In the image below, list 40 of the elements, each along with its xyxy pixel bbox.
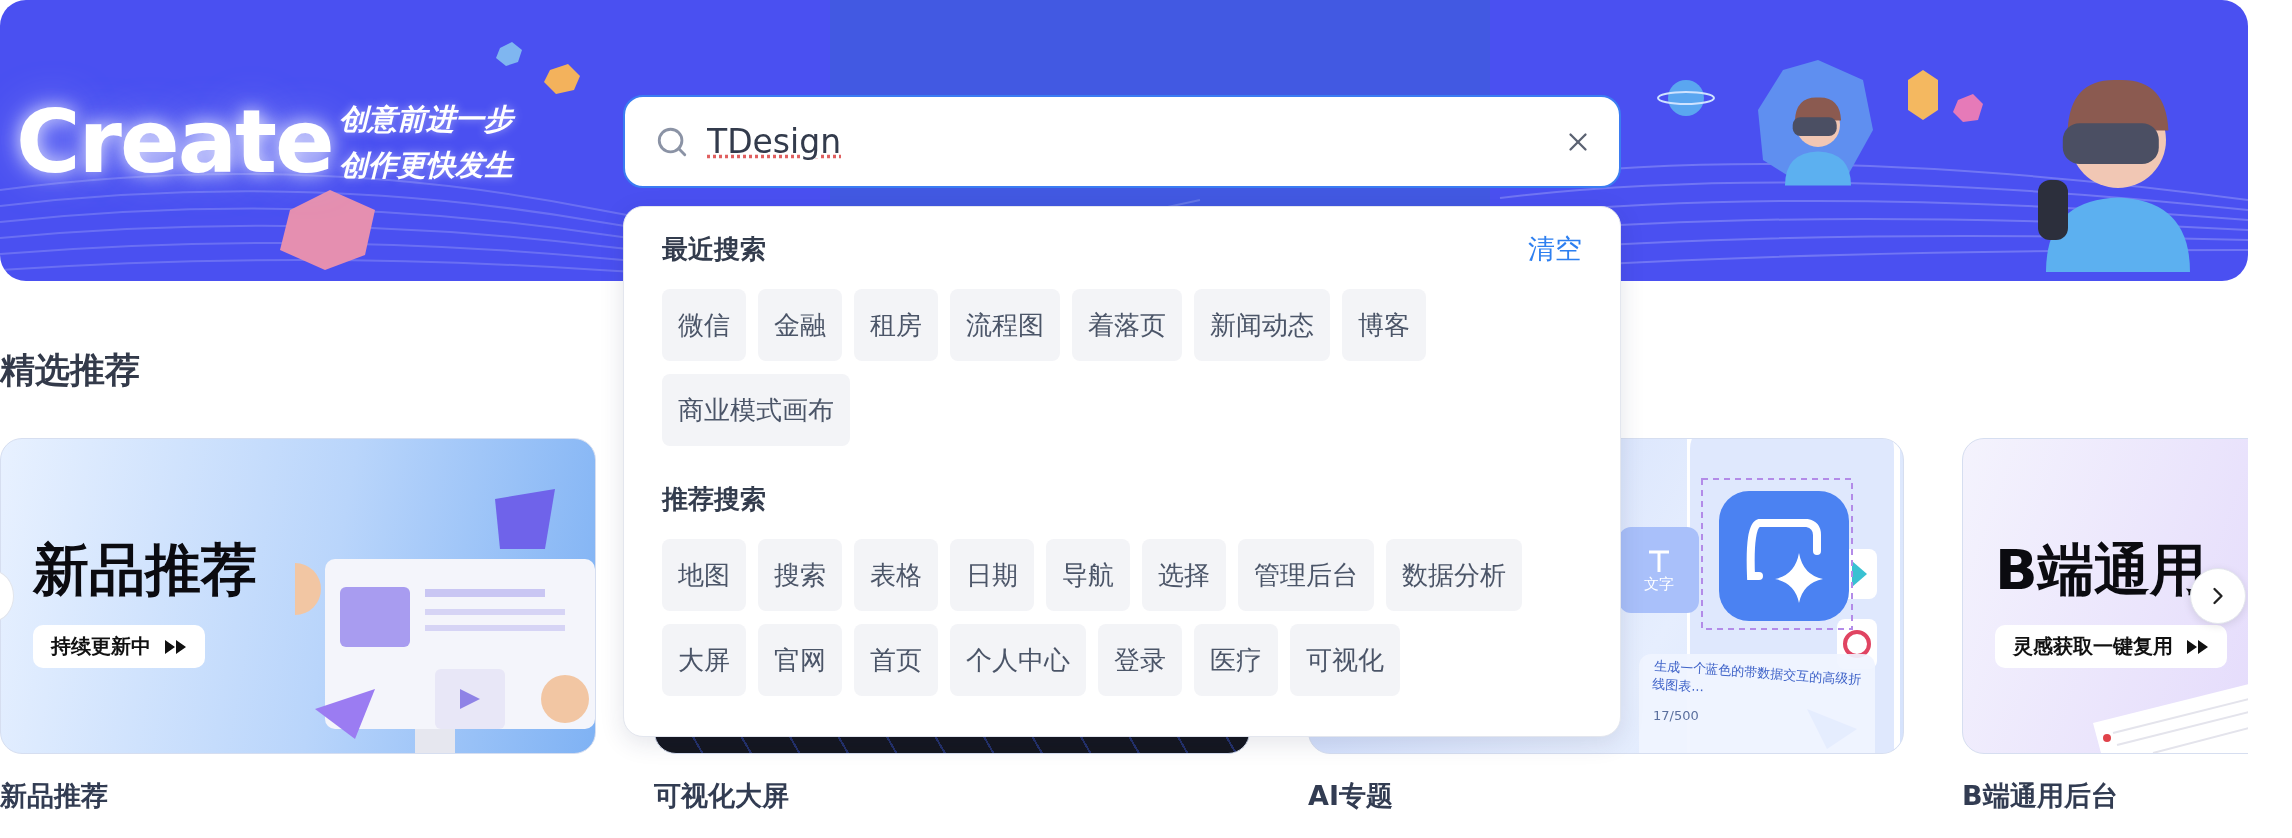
card-title[interactable]: AI专题 bbox=[1308, 776, 1904, 816]
search-tag[interactable]: 搜索 bbox=[758, 539, 842, 611]
banner-slogan: 创作更快发生 bbox=[338, 147, 513, 184]
search-tag[interactable]: 商业模式画布 bbox=[662, 374, 850, 446]
card-tag: 灵感获取一键复用 bbox=[1995, 625, 2227, 668]
search-tag[interactable]: 个人中心 bbox=[950, 624, 1086, 696]
search-tag[interactable]: 微信 bbox=[662, 289, 746, 361]
search-tag[interactable]: 医疗 bbox=[1194, 624, 1278, 696]
tile-label: 文字 bbox=[1644, 574, 1674, 594]
section-title: 最近搜索 bbox=[662, 232, 766, 266]
search-tag[interactable]: 着落页 bbox=[1072, 289, 1182, 361]
search-tag[interactable]: 官网 bbox=[758, 624, 842, 696]
search-tag[interactable]: 新闻动态 bbox=[1194, 289, 1330, 361]
search-tag[interactable]: 日期 bbox=[950, 539, 1034, 611]
search-tag[interactable]: 金融 bbox=[758, 289, 842, 361]
card-title[interactable]: 新品推荐 bbox=[0, 776, 596, 816]
card-headline: 新品推荐 bbox=[33, 537, 257, 603]
search-tag[interactable]: 流程图 bbox=[950, 289, 1060, 361]
banner-title: Create bbox=[16, 92, 333, 192]
card-title[interactable]: 可视化大屏 bbox=[654, 776, 1250, 816]
search-tag[interactable]: 表格 bbox=[854, 539, 938, 611]
search-tag[interactable]: 可视化 bbox=[1290, 624, 1400, 696]
search-tag[interactable]: 导航 bbox=[1046, 539, 1130, 611]
search-tag[interactable]: 数据分析 bbox=[1386, 539, 1522, 611]
search-tag[interactable]: 选择 bbox=[1142, 539, 1226, 611]
search-tag[interactable]: 首页 bbox=[854, 624, 938, 696]
prompt-text: 生成一个蓝色的带数据交互的高级折线图表... bbox=[1652, 656, 1862, 697]
search-field[interactable]: TDesign bbox=[623, 95, 1621, 188]
search-input[interactable]: TDesign bbox=[707, 122, 1545, 161]
search-tag[interactable]: 租房 bbox=[854, 289, 938, 361]
section-title: 推荐搜索 bbox=[662, 482, 766, 516]
search-tag[interactable]: 博客 bbox=[1342, 289, 1426, 361]
card-title[interactable]: B端通用后台 bbox=[1962, 776, 2248, 816]
char-counter: 17/500 bbox=[1653, 708, 1700, 723]
search-tag[interactable]: 登录 bbox=[1098, 624, 1182, 696]
clear-link[interactable]: 清空 bbox=[1528, 231, 1582, 267]
search-tag[interactable]: 地图 bbox=[662, 539, 746, 611]
search-tag[interactable]: 大屏 bbox=[662, 624, 746, 696]
search-tag[interactable]: 管理后台 bbox=[1238, 539, 1374, 611]
card-tag: 持续更新中 bbox=[33, 625, 205, 668]
